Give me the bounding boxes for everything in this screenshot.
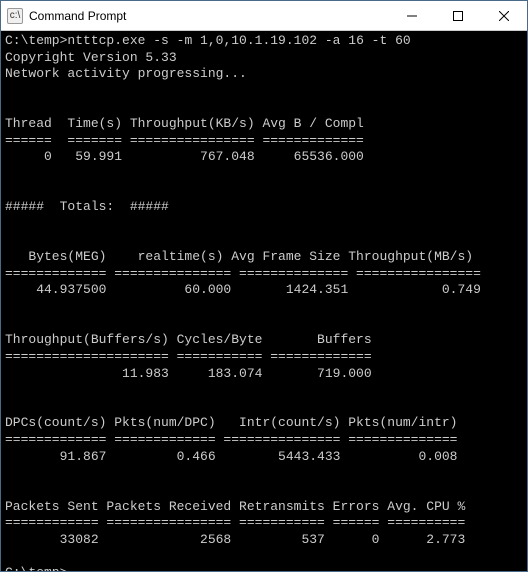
titlebar[interactable]: c:\ Command Prompt <box>1 1 527 31</box>
minimize-icon <box>407 11 417 21</box>
close-icon <box>499 11 509 21</box>
close-button[interactable] <box>481 1 527 30</box>
maximize-icon <box>453 11 463 21</box>
maximize-button[interactable] <box>435 1 481 30</box>
thread-header: Thread Time(s) Throughput(KB/s) Avg B / … <box>5 116 364 131</box>
bytes-divider: ============= =============== ==========… <box>5 266 481 281</box>
bytes-row: 44.937500 60.000 1424.351 0.749 <box>5 282 481 297</box>
command-text: ntttcp.exe -s -m 1,0,10.1.19.102 -a 16 -… <box>67 33 410 48</box>
window-title: Command Prompt <box>29 9 389 23</box>
dpcs-divider: ============= ============= ============… <box>5 432 457 447</box>
prompt: C:\temp> <box>5 33 67 48</box>
window-controls <box>389 1 527 30</box>
buffers-row: 11.983 183.074 719.000 <box>5 366 372 381</box>
terminal-output[interactable]: C:\temp>ntttcp.exe -s -m 1,0,10.1.19.102… <box>1 31 527 571</box>
packets-divider: ============ ================ ==========… <box>5 515 465 530</box>
packets-header: Packets Sent Packets Received Retransmit… <box>5 499 465 514</box>
command-prompt-window: c:\ Command Prompt C:\temp>ntttcp.exe -s… <box>0 0 528 572</box>
thread-row: 0 59.991 767.048 65536.000 <box>5 149 364 164</box>
cmd-icon: c:\ <box>7 8 23 24</box>
progress-line: Network activity progressing... <box>5 66 247 81</box>
buffers-header: Throughput(Buffers/s) Cycles/Byte Buffer… <box>5 332 372 347</box>
prompt: C:\temp> <box>5 565 67 571</box>
bytes-header: Bytes(MEG) realtime(s) Avg Frame Size Th… <box>5 249 473 264</box>
minimize-button[interactable] <box>389 1 435 30</box>
dpcs-header: DPCs(count/s) Pkts(num/DPC) Intr(count/s… <box>5 415 457 430</box>
packets-row: 33082 2568 537 0 2.773 <box>5 532 465 547</box>
totals-label: ##### Totals: ##### <box>5 199 169 214</box>
dpcs-row: 91.867 0.466 5443.433 0.008 <box>5 449 457 464</box>
copyright-line: Copyright Version 5.33 <box>5 50 177 65</box>
thread-divider: ====== ======= ================ ========… <box>5 133 364 148</box>
buffers-divider: ===================== =========== ======… <box>5 349 372 364</box>
